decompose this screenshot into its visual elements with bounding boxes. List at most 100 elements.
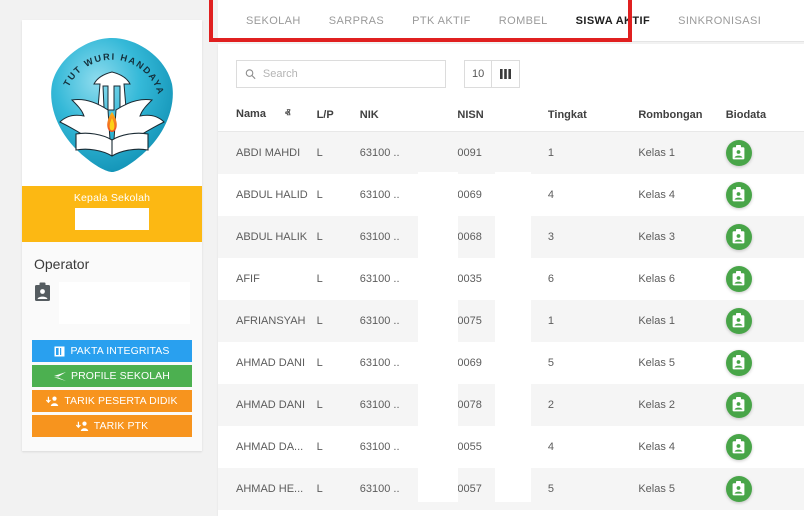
rombongan-cell: Kelas 5 xyxy=(634,341,722,384)
biodata-cell xyxy=(721,299,804,342)
rombongan-cell: Kelas 2 xyxy=(634,383,722,426)
table-row[interactable]: AFIF L 63100 .. 0035 6 Kelas 6 xyxy=(218,257,804,300)
main-tab-bar: SEKOLAH SARPRAS PTK AKTIF ROMBEL SISWA A… xyxy=(218,0,804,42)
id-card-icon xyxy=(732,187,745,202)
id-card-icon xyxy=(732,439,745,454)
biodata-button[interactable] xyxy=(725,475,752,502)
sidebar-action-buttons: PAKTA INTEGRITAS PROFILE SEKOLAH TARIK P… xyxy=(22,332,202,451)
column-header-lp[interactable]: L/P xyxy=(312,100,356,132)
nisn-cell: 0069 xyxy=(453,341,544,384)
tab-siswa-aktif[interactable]: SISWA AKTIF xyxy=(562,0,664,42)
column-chooser-button[interactable] xyxy=(492,60,521,88)
tab-sekolah[interactable]: SEKOLAH xyxy=(232,0,315,42)
columns-icon xyxy=(500,69,512,79)
search-box[interactable] xyxy=(236,60,446,88)
profile-sekolah-label: PROFILE SEKOLAH xyxy=(71,370,170,382)
tingkat-cell: 2 xyxy=(543,383,635,426)
column-header-nama-label: Nama xyxy=(236,108,266,120)
table-row[interactable]: AFRIANSYAH L 63100 .. 0075 1 Kelas 1 xyxy=(218,299,804,342)
rombongan-cell: Kelas 1 xyxy=(634,131,722,174)
gender-cell: L xyxy=(312,131,356,174)
biodata-cell xyxy=(721,131,804,174)
gender-cell: L xyxy=(312,467,356,510)
search-input[interactable] xyxy=(262,68,437,80)
biodata-button[interactable] xyxy=(725,391,752,418)
pakta-integritas-button[interactable]: PAKTA INTEGRITAS xyxy=(32,340,192,362)
biodata-button[interactable] xyxy=(725,349,752,376)
biodata-button[interactable] xyxy=(725,433,752,460)
table-row[interactable]: AHMAD DANI L 63100 .. 0078 2 Kelas 2 xyxy=(218,383,804,426)
tab-sinkronisasi[interactable]: SINKRONISASI xyxy=(664,0,775,42)
student-name-cell: AFIF xyxy=(218,257,313,300)
biodata-button[interactable] xyxy=(725,223,752,250)
tut-wuri-handayani-logo-icon: TUT WURI HANDAYANI xyxy=(42,32,173,172)
nisn-cell: 0069 xyxy=(453,173,544,216)
table-row[interactable]: ABDUL HALIK L 63100 .. 0068 3 Kelas 3 xyxy=(218,215,804,258)
profile-sekolah-button[interactable]: PROFILE SEKOLAH xyxy=(32,365,192,387)
rombongan-cell: Kelas 3 xyxy=(634,215,722,258)
column-header-nik[interactable]: NIK xyxy=(355,100,454,132)
table-header-row: Nama ⱏ L/P NIK NISN Tingkat Rombongan Bi… xyxy=(218,100,804,132)
biodata-cell xyxy=(721,257,804,300)
biodata-button[interactable] xyxy=(725,307,752,334)
siswa-aktif-panel: 10 Nama ⱏ L/P NIK NISN xyxy=(218,44,804,516)
table-row[interactable]: AHMAD DANI L 63100 .. 0069 5 Kelas 5 xyxy=(218,341,804,384)
student-name-cell: AHMAD HE... xyxy=(218,467,313,510)
nisn-cell: 0075 xyxy=(453,299,544,342)
student-name-cell: AFRIANSYAH xyxy=(218,299,313,342)
nisn-cell: 0068 xyxy=(453,215,544,258)
table-row[interactable]: AHMAD HE... L 63100 .. 0057 5 Kelas 5 xyxy=(218,467,804,510)
tarik-peserta-didik-button[interactable]: TARIK PESERTA DIDIK xyxy=(32,390,192,412)
operator-title: Operator xyxy=(34,256,90,272)
tarik-ptk-button[interactable]: TARIK PTK xyxy=(32,415,192,437)
table-row[interactable]: ABDUL HALID L 63100 .. 0069 4 Kelas 4 xyxy=(218,173,804,216)
biodata-button[interactable] xyxy=(725,265,752,292)
pakta-integritas-label: PAKTA INTEGRITAS xyxy=(70,345,170,357)
student-name-cell: AHMAD DANI xyxy=(218,341,313,384)
search-icon xyxy=(245,69,256,80)
table-body: ABDI MAHDI L 63100 .. 0091 1 Kelas 1 ABDUL HAL… xyxy=(218,131,804,510)
column-header-nama[interactable]: Nama ⱏ xyxy=(218,100,313,132)
tab-rombel[interactable]: ROMBEL xyxy=(485,0,562,42)
id-card-icon xyxy=(732,481,745,496)
biodata-button[interactable] xyxy=(725,181,752,208)
tab-ptk-aktif[interactable]: PTK AKTIF xyxy=(398,0,485,42)
user-download-icon xyxy=(75,421,88,431)
tingkat-cell: 3 xyxy=(543,215,635,258)
table-row[interactable]: AHMAD DA... L 63100 .. 0055 4 Kelas 4 xyxy=(218,425,804,468)
sort-ascending-icon: ⱏ xyxy=(285,108,291,120)
biodata-cell xyxy=(721,383,804,426)
nik-cell: 63100 .. xyxy=(355,467,454,510)
id-card-icon xyxy=(732,397,745,412)
student-name-cell: ABDI MAHDI xyxy=(218,131,313,174)
nik-cell: 63100 .. xyxy=(355,173,454,216)
rombongan-cell: Kelas 5 xyxy=(634,467,722,510)
biodata-cell xyxy=(721,173,804,216)
table-controls: 10 xyxy=(464,60,521,88)
column-header-nisn[interactable]: NISN xyxy=(453,100,544,132)
kepala-sekolah-value-redacted xyxy=(75,208,149,230)
tab-sarpras[interactable]: SARPRAS xyxy=(315,0,398,42)
nisn-cell: 0078 xyxy=(453,383,544,426)
table-row[interactable]: ABDI MAHDI L 63100 .. 0091 1 Kelas 1 xyxy=(218,131,804,174)
column-header-rombongan[interactable]: Rombongan xyxy=(634,100,722,132)
gender-cell: L xyxy=(312,341,356,384)
tingkat-cell: 5 xyxy=(543,341,635,384)
student-name-cell: AHMAD DANI xyxy=(218,383,313,426)
id-card-icon xyxy=(732,355,745,370)
tingkat-cell: 5 xyxy=(543,467,635,510)
nik-cell: 63100 .. xyxy=(355,299,454,342)
operator-value-redacted xyxy=(59,282,190,324)
student-name-cell: AHMAD DA... xyxy=(218,425,313,468)
page-size-selector[interactable]: 10 xyxy=(464,60,493,88)
tingkat-cell: 4 xyxy=(543,425,635,468)
column-header-tingkat[interactable]: Tingkat xyxy=(543,100,635,132)
rombongan-cell: Kelas 6 xyxy=(634,257,722,300)
student-name-cell: ABDUL HALIK xyxy=(218,215,313,258)
tingkat-cell: 1 xyxy=(543,299,635,342)
nisn-cell: 0091 xyxy=(453,131,544,174)
book-icon xyxy=(54,346,65,356)
rombongan-cell: Kelas 1 xyxy=(634,299,722,342)
paper-plane-icon xyxy=(54,371,67,381)
biodata-button[interactable] xyxy=(725,139,752,166)
